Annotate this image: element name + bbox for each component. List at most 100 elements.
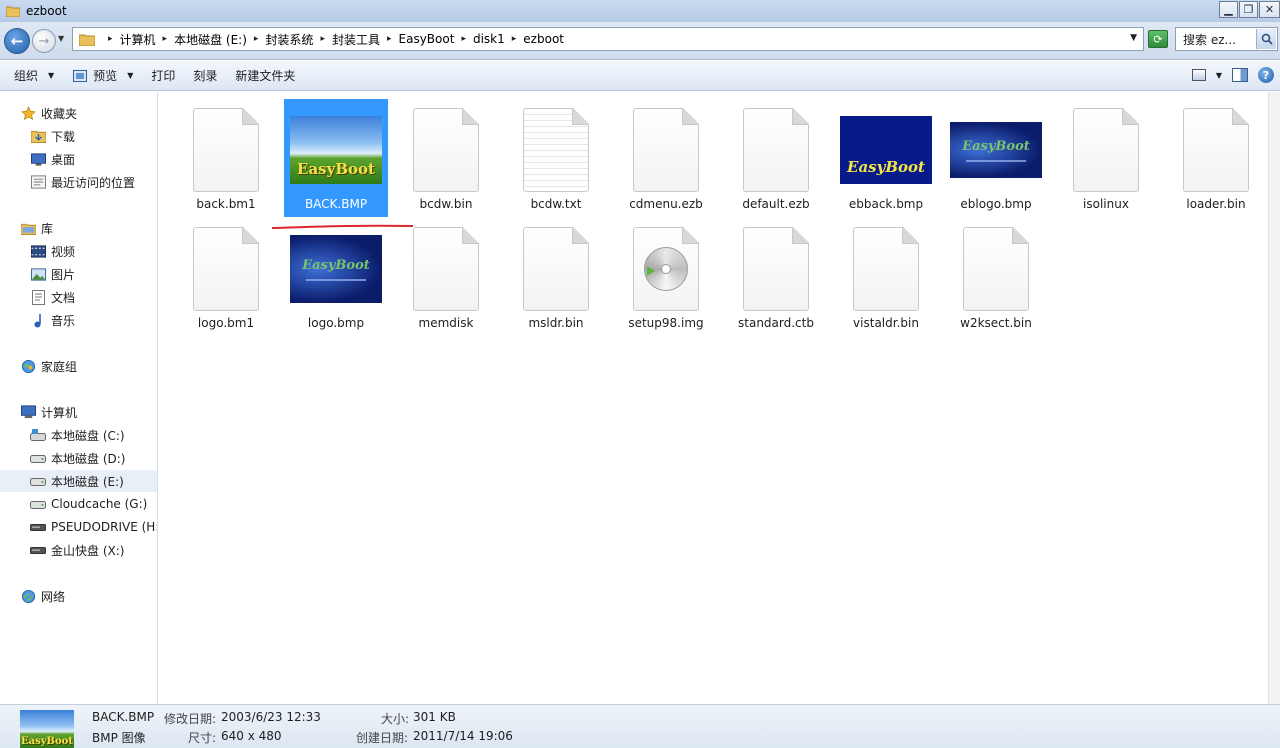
file-item[interactable]: standard.ctb xyxy=(724,218,828,336)
file-item[interactable]: memdisk xyxy=(394,218,498,336)
nav-drive-e[interactable]: 本地磁盘 (E:) xyxy=(0,470,157,492)
removable-drive-icon xyxy=(30,542,46,558)
burn-button[interactable]: 刻录 xyxy=(193,67,217,84)
chevron-right-icon[interactable]: ▸ xyxy=(108,34,113,44)
file-item[interactable]: logo.bm1 xyxy=(174,218,278,336)
network-icon xyxy=(20,588,36,604)
nav-network[interactable]: 网络 xyxy=(20,585,65,607)
file-item[interactable]: msldr.bin xyxy=(504,218,608,336)
organize-button[interactable]: 组织 ▼ xyxy=(14,67,54,84)
file-name: back.bm1 xyxy=(196,197,256,211)
breadcrumb-item[interactable]: ▸ disk1 xyxy=(454,32,504,46)
forward-button[interactable]: → xyxy=(32,29,56,53)
breadcrumb-item[interactable]: ▸ ezboot xyxy=(505,32,564,46)
file-name: msldr.bin xyxy=(528,316,584,330)
nav-drive-d[interactable]: 本地磁盘 (D:) xyxy=(30,447,125,469)
maximize-button[interactable]: ❐ xyxy=(1239,1,1258,18)
command-bar: 组织 ▼ 预览 ▼ 打印 刻录 新建文件夹 ▼ ? xyxy=(0,61,1280,91)
chevron-down-icon[interactable]: ▼ xyxy=(48,71,54,80)
chevron-right-icon[interactable]: ▸ xyxy=(254,34,259,44)
preview-icon[interactable] xyxy=(72,68,88,84)
file-item[interactable]: isolinux xyxy=(1054,99,1158,217)
hard-drive-icon xyxy=(30,496,46,512)
view-dropdown-icon[interactable]: ▼ xyxy=(1216,71,1222,80)
nav-desktop[interactable]: 桌面 xyxy=(30,148,75,170)
breadcrumb-item[interactable]: ▸ 计算机 xyxy=(101,31,156,48)
file-icon xyxy=(193,108,259,192)
file-name: default.ezb xyxy=(742,197,810,211)
file-name: cdmenu.ezb xyxy=(629,197,703,211)
file-item[interactable]: EasyBoot eblogo.bmp xyxy=(944,99,1048,217)
breadcrumb-item[interactable]: ▸ EasyBoot xyxy=(380,32,454,46)
nav-drive-g[interactable]: Cloudcache (G:) xyxy=(30,493,147,515)
nav-recent-places[interactable]: 最近访问的位置 xyxy=(30,171,135,193)
back-button[interactable]: ← xyxy=(4,28,30,54)
breadcrumb-item[interactable]: ▸ 封装工具 xyxy=(313,31,380,48)
vertical-scrollbar[interactable] xyxy=(1268,92,1280,704)
file-name: bcdw.bin xyxy=(419,197,473,211)
detail-modified-label: 修改日期: xyxy=(164,712,217,726)
chevron-down-icon[interactable]: ▼ xyxy=(127,71,133,80)
file-item[interactable]: default.ezb xyxy=(724,99,828,217)
nav-favorites[interactable]: 收藏夹 xyxy=(20,102,77,124)
history-dropdown-icon[interactable]: ▼ xyxy=(58,34,64,43)
nav-drive-c[interactable]: 本地磁盘 (C:) xyxy=(30,424,125,446)
file-item[interactable]: w2ksect.bin xyxy=(944,218,1048,336)
file-name: BACK.BMP xyxy=(304,197,368,211)
address-dropdown-icon[interactable]: ▼ xyxy=(1130,33,1137,43)
nav-videos[interactable]: 视频 xyxy=(30,240,75,262)
hard-drive-icon xyxy=(30,473,46,489)
file-item[interactable]: loader.bin xyxy=(1164,99,1268,217)
nav-music[interactable]: 音乐 xyxy=(30,309,75,331)
file-icon xyxy=(413,108,479,192)
file-name: ebback.bmp xyxy=(848,197,924,211)
file-item[interactable]: cdmenu.ezb xyxy=(614,99,718,217)
detail-size-label: 大小: xyxy=(381,712,410,726)
minimize-button[interactable]: ▁ xyxy=(1219,1,1238,18)
file-name: bcdw.txt xyxy=(530,197,582,211)
chevron-right-icon[interactable]: ▸ xyxy=(512,34,517,44)
hard-drive-icon xyxy=(30,450,46,466)
preview-button[interactable]: 预览 ▼ xyxy=(72,67,133,84)
breadcrumb[interactable]: ▸ 计算机 ▸ 本地磁盘 (E:) ▸ 封装系统 ▸ 封装工具 ▸ EasyBoot ▸ d… xyxy=(72,27,1144,51)
text-file-icon xyxy=(523,108,589,192)
nav-computer[interactable]: 计算机 xyxy=(20,401,77,423)
chevron-right-icon[interactable]: ▸ xyxy=(461,34,466,44)
removable-drive-icon xyxy=(30,519,46,535)
file-name: memdisk xyxy=(418,316,474,330)
nav-drive-h[interactable]: PSEUDODRIVE (H: xyxy=(30,516,157,538)
refresh-button[interactable]: ⟳ xyxy=(1148,30,1168,48)
chevron-right-icon[interactable]: ▸ xyxy=(320,34,325,44)
nav-homegroup[interactable]: 家庭组 xyxy=(20,355,77,377)
file-item[interactable]: EasyBoot BACK.BMP xyxy=(284,99,388,217)
detail-file-type: BMP 图像 xyxy=(92,731,146,745)
search-icon[interactable] xyxy=(1256,29,1276,49)
nav-libraries[interactable]: 库 xyxy=(20,217,53,239)
nav-drive-x[interactable]: 金山快盘 (X:) xyxy=(30,539,124,561)
chevron-right-icon[interactable]: ▸ xyxy=(163,34,168,44)
breadcrumb-item[interactable]: ▸ 封装系统 xyxy=(247,31,314,48)
new-folder-button[interactable]: 新建文件夹 xyxy=(235,67,295,84)
close-button[interactable]: ✕ xyxy=(1259,1,1280,18)
cd-icon xyxy=(644,247,688,291)
file-item[interactable]: EasyBoot ebback.bmp xyxy=(834,99,938,217)
help-icon[interactable]: ? xyxy=(1258,67,1274,83)
nav-documents[interactable]: 文档 xyxy=(30,286,75,308)
file-item[interactable]: bcdw.txt xyxy=(504,99,608,217)
breadcrumb-item[interactable]: ▸ 本地磁盘 (E:) xyxy=(156,31,247,48)
chevron-right-icon[interactable]: ▸ xyxy=(387,34,392,44)
file-item[interactable]: back.bm1 xyxy=(174,99,278,217)
file-name: w2ksect.bin xyxy=(960,316,1032,330)
change-view-icon[interactable] xyxy=(1191,69,1206,81)
image-thumbnail: EasyBoot xyxy=(840,116,932,184)
nav-downloads[interactable]: 下载 xyxy=(30,125,75,147)
preview-pane-icon[interactable] xyxy=(1232,68,1248,82)
nav-pictures[interactable]: 图片 xyxy=(30,263,75,285)
file-item[interactable]: setup98.img xyxy=(614,218,718,336)
file-item[interactable]: EasyBoot logo.bmp xyxy=(284,218,388,336)
file-item[interactable]: bcdw.bin xyxy=(394,99,498,217)
print-button[interactable]: 打印 xyxy=(151,67,175,84)
file-item[interactable]: vistaldr.bin xyxy=(834,218,938,336)
search-input[interactable]: 搜索 ez... xyxy=(1175,27,1278,51)
document-icon xyxy=(30,289,46,305)
